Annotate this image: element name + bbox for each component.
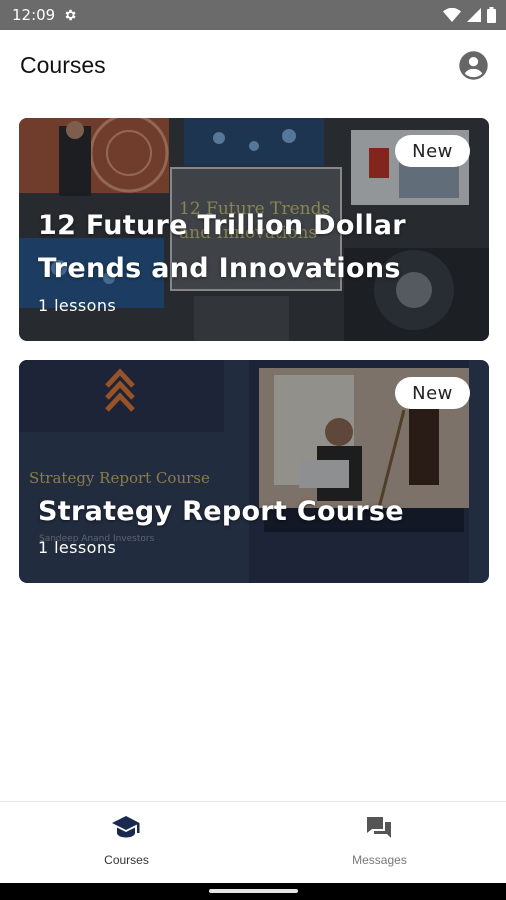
graduation-cap-icon — [112, 816, 140, 838]
nav-courses[interactable]: Courses — [0, 802, 253, 882]
course-title: 12 Future Trillion Dollar Trends and Inn… — [38, 210, 406, 284]
new-badge: New — [395, 377, 470, 409]
nav-messages[interactable]: Messages — [253, 802, 506, 882]
settings-gear-icon — [65, 9, 76, 21]
status-icons — [443, 7, 496, 23]
home-gesture-handle[interactable] — [209, 889, 298, 893]
chat-bubbles-icon — [367, 817, 391, 838]
course-card[interactable]: Strategy Report Course Sandeep Anand Inv… — [19, 360, 489, 583]
course-card[interactable]: 12 Future Trends and Innovations New 12 … — [19, 118, 489, 341]
account-circle-icon[interactable] — [458, 50, 489, 81]
battery-icon — [487, 7, 496, 23]
app-bar: Courses — [0, 30, 506, 102]
signal-icon — [467, 8, 481, 22]
page-title: Courses — [20, 52, 106, 78]
nav-label: Courses — [104, 853, 149, 867]
status-time: 12:09 — [12, 6, 56, 24]
lesson-count: 1 lessons — [38, 538, 117, 557]
gesture-area — [0, 883, 506, 900]
new-badge: New — [395, 135, 470, 167]
lesson-count: 1 lessons — [38, 296, 117, 315]
bottom-nav: Courses Messages — [0, 801, 506, 884]
status-bar: 12:09 — [0, 0, 506, 30]
course-title: Strategy Report Course — [38, 496, 404, 527]
nav-label: Messages — [352, 853, 407, 867]
wifi-icon — [443, 8, 461, 22]
